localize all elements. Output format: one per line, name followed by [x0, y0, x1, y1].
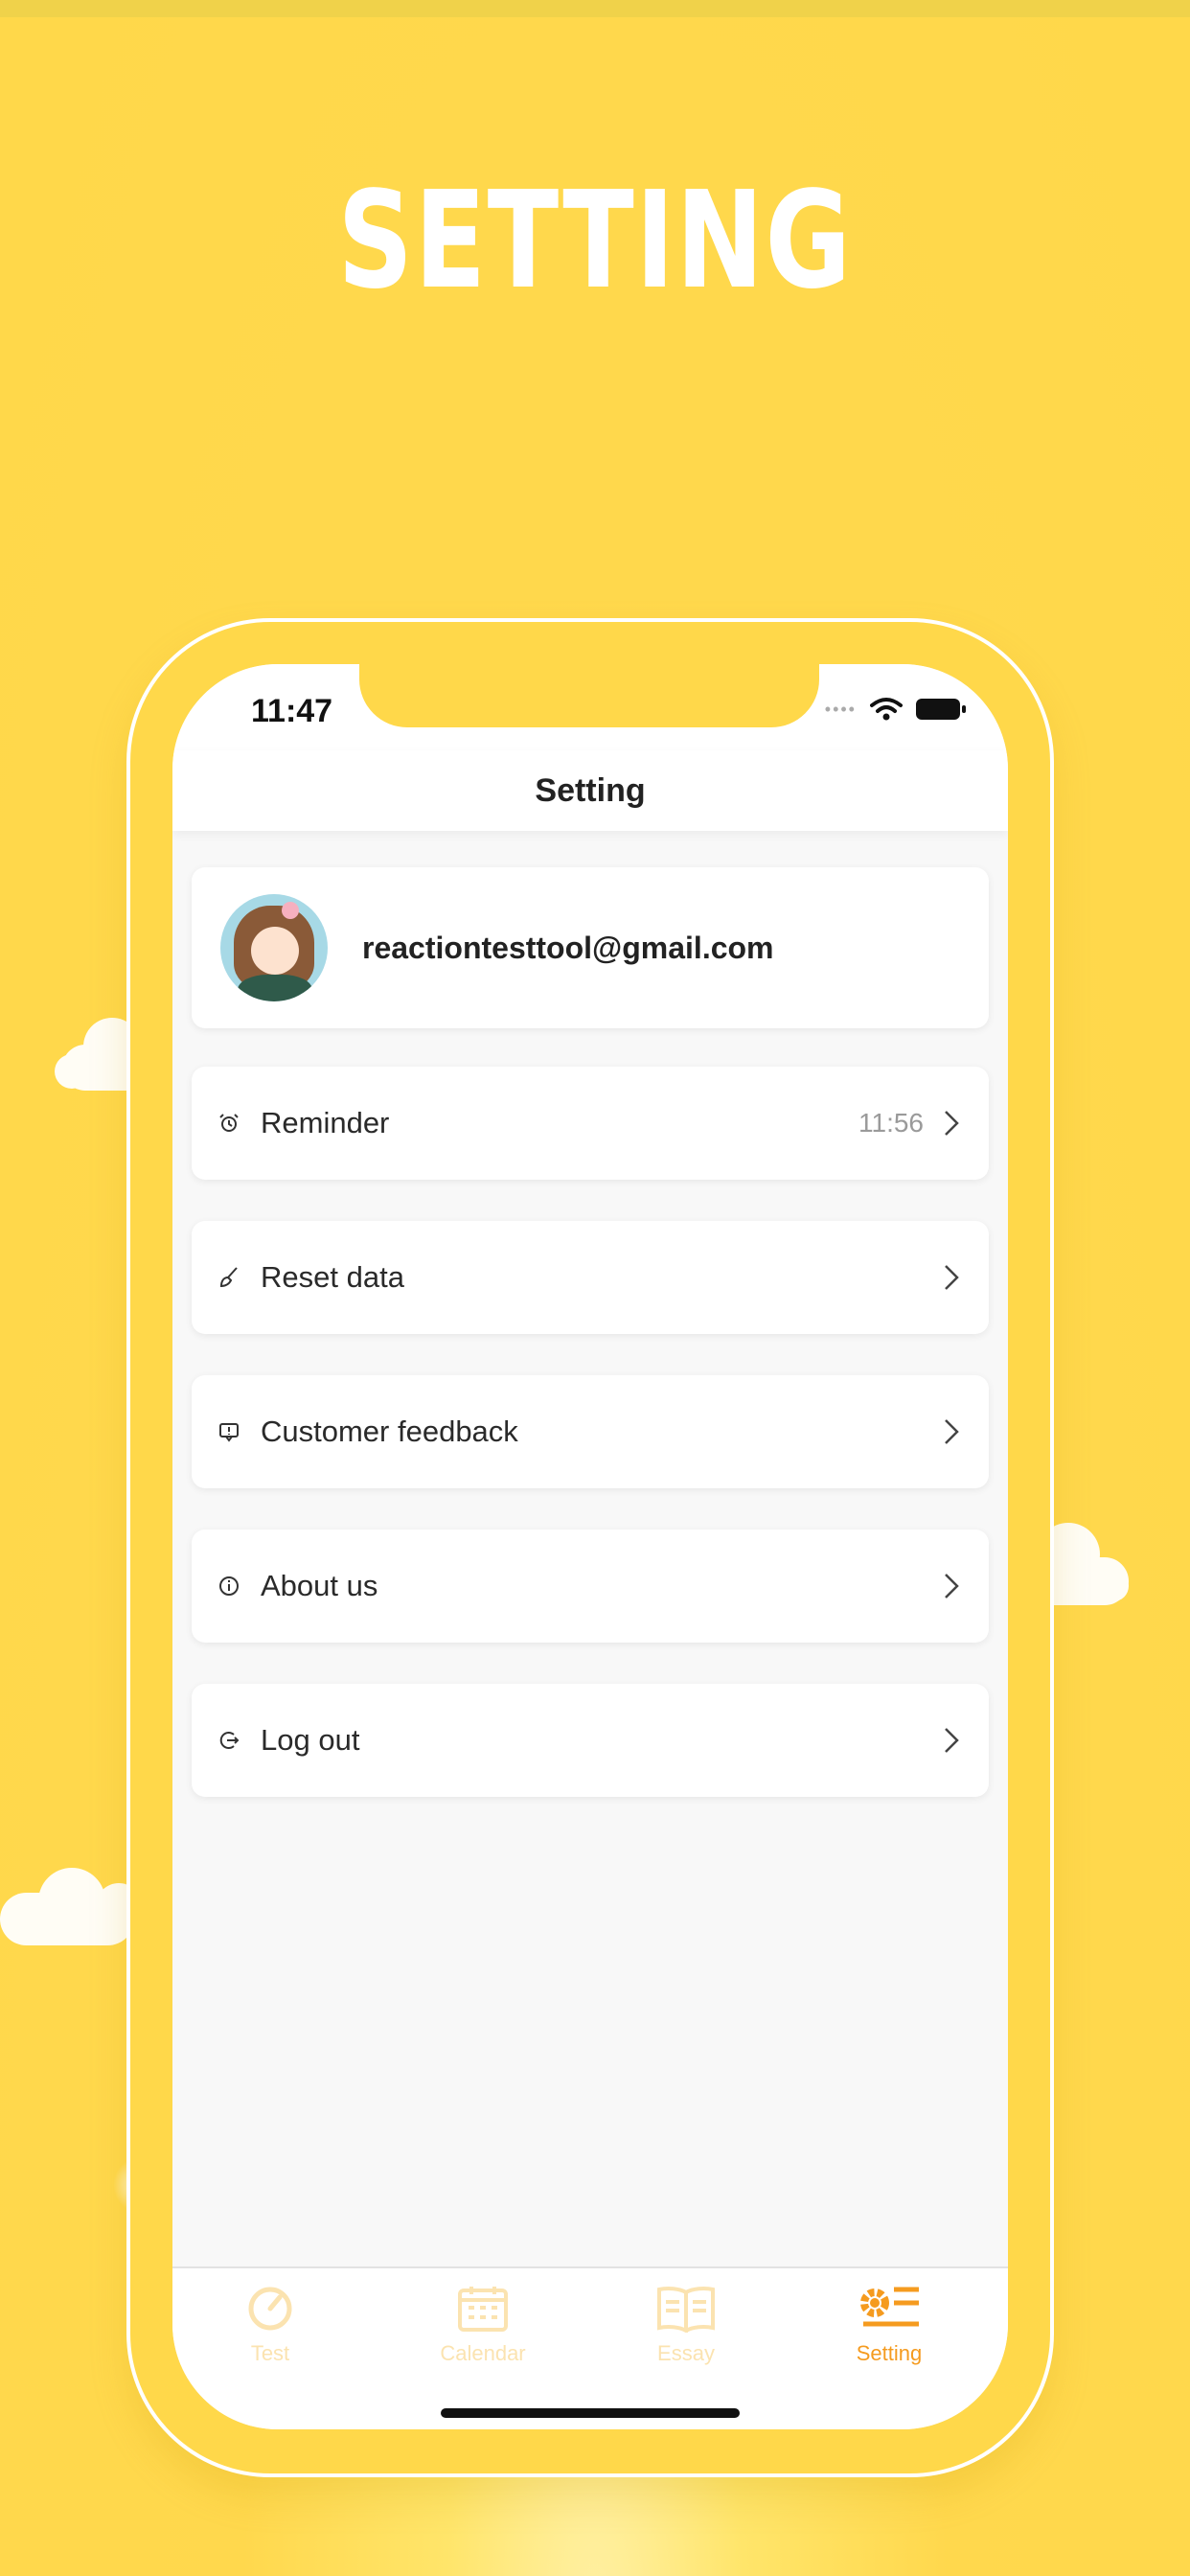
tab-essay[interactable]: Essay	[590, 2282, 782, 2366]
status-time: 11:47	[251, 693, 333, 729]
chevron-right-icon	[937, 1726, 966, 1755]
menu-label: Customer feedback	[261, 1414, 518, 1448]
tab-label: Essay	[657, 2341, 715, 2365]
chevron-right-icon	[937, 1109, 966, 1138]
logout-icon	[215, 1726, 243, 1755]
broom-icon	[215, 1263, 243, 1292]
book-icon	[590, 2282, 782, 2335]
wifi-icon	[870, 698, 903, 721]
menu-item-about-us[interactable]: About us	[192, 1530, 989, 1643]
gauge-icon	[174, 2282, 366, 2335]
info-icon	[215, 1572, 243, 1600]
menu-label: Reminder	[261, 1106, 390, 1139]
gear-icon	[793, 2282, 985, 2335]
phone-screen: 11:47 •••• Setting reactiontesttool@gmai…	[172, 664, 1008, 2429]
tab-label: Test	[250, 2341, 290, 2365]
profile-email: reactiontesttool@gmail.com	[362, 930, 774, 965]
menu-item-reset-data[interactable]: Reset data	[192, 1221, 989, 1334]
avatar	[220, 894, 328, 1001]
menu-item-log-out[interactable]: Log out	[192, 1684, 989, 1797]
chevron-right-icon	[937, 1263, 966, 1292]
menu-label: Reset data	[261, 1260, 404, 1294]
tab-bar: Test Calendar Essay Setting	[172, 2266, 1008, 2429]
battery-icon	[916, 699, 966, 720]
tab-label: Setting	[856, 2341, 923, 2365]
page-title: Setting	[535, 771, 646, 809]
tab-setting[interactable]: Setting	[793, 2282, 985, 2366]
menu-item-reminder[interactable]: Reminder 11:56	[192, 1067, 989, 1180]
menu-label: About us	[261, 1569, 378, 1602]
top-stripe	[0, 0, 1190, 17]
tab-calendar[interactable]: Calendar	[387, 2282, 579, 2366]
reminder-time: 11:56	[858, 1108, 924, 1138]
profile-card[interactable]: reactiontesttool@gmail.com	[192, 867, 989, 1028]
home-indicator[interactable]	[441, 2408, 740, 2418]
feedback-icon	[215, 1417, 243, 1446]
notch	[359, 664, 819, 727]
tab-test[interactable]: Test	[174, 2282, 366, 2366]
signal-icon: ••••	[824, 699, 857, 719]
menu-label: Log out	[261, 1723, 360, 1757]
menu-item-customer-feedback[interactable]: Customer feedback	[192, 1375, 989, 1488]
hero-title: SETTING	[337, 163, 853, 319]
nav-bar: Setting	[172, 750, 1008, 831]
status-icons: ••••	[824, 697, 966, 722]
tab-label: Calendar	[440, 2341, 526, 2365]
alarm-icon	[215, 1109, 243, 1138]
chevron-right-icon	[937, 1417, 966, 1446]
chevron-right-icon	[937, 1572, 966, 1600]
calendar-icon	[387, 2282, 579, 2335]
cloud-decoration	[0, 1868, 142, 1945]
